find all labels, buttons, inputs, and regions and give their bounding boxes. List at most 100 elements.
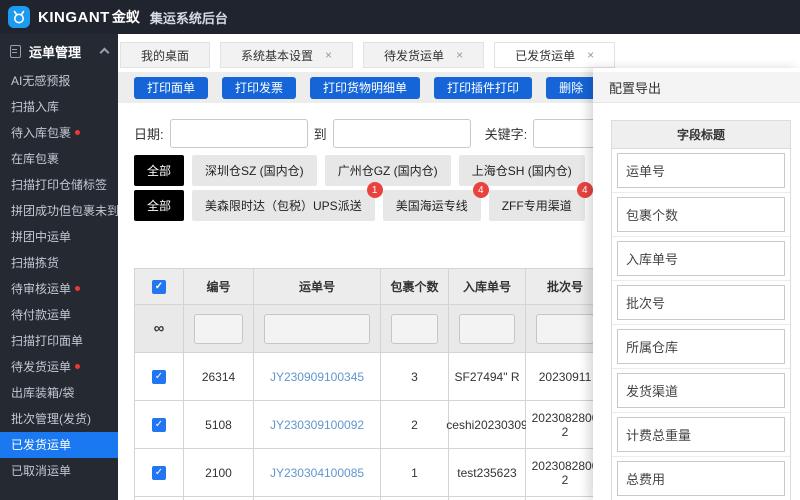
export-field-input[interactable]: 入库单号 [617,241,785,276]
export-field-input[interactable]: 发货渠道 [617,373,785,408]
export-field-input[interactable]: 所属仓库 [617,329,785,364]
channel-tag-zff[interactable]: ZFF专用渠道 4 [488,182,593,221]
export-field-input[interactable]: 包裹个数 [617,197,785,232]
brand-name-cn: 金蚁 [111,9,140,25]
print-goods-detail-button[interactable]: 打印货物明细单 [310,76,421,99]
sidebar-item-scan-print-label[interactable]: 扫描打印面单 [0,328,118,354]
select-all-checkbox[interactable]: ✓ [152,279,166,294]
row-checkbox[interactable]: ✓ [152,369,166,384]
print-label-button[interactable]: 打印面单 [134,76,209,99]
infinity-icon[interactable]: ∞ [154,320,165,337]
app-subtitle: 集运系统后台 [149,10,228,26]
waybill-link[interactable]: JY230909100345 [270,370,364,384]
sidebar-item-scan-picking[interactable]: 扫描拣货 [0,250,118,276]
warehouse-tag-shanghai[interactable]: 上海仓SH (国内仓) [458,155,585,186]
tab-shipped-waybill[interactable]: 已发货运单 × [494,42,616,68]
sidebar-section-waybill-management[interactable]: 运单管理 [0,34,118,68]
waybill-table: ✓ 编号 运单号 包裹个数 入库单号 批次号 ∞ ✓ 26314 JY23090… [134,268,604,500]
export-field-table: 字段标题 运单号 包裹个数 入库单号 批次号 所属仓库 发货渠道 计费总重量 总… [611,120,791,500]
channel-tag-all[interactable]: 全部 [134,190,185,221]
export-field-input[interactable]: 批次号 [617,285,785,320]
cell-id: 5108 [184,401,254,449]
export-field-input[interactable]: 计费总重量 [617,417,785,452]
notification-dot [75,286,81,291]
close-icon[interactable]: × [325,48,332,62]
kingant-logo-icon [8,6,30,28]
sidebar-item-grouping-waybill[interactable]: 拼团中运单 [0,224,118,250]
drawer-title: 配置导出 [593,72,800,103]
column-header-id: 编号 [184,269,254,305]
batch-filter-input[interactable] [536,313,594,344]
sidebar-item-pending-payment[interactable]: 待付款运单 [0,302,118,328]
channel-tag-us-sea[interactable]: 美国海运专线 4 [382,182,489,221]
export-field-input[interactable]: 总费用 [617,461,785,496]
date-end-input[interactable] [332,118,471,148]
table-row: ✓ 5108 JY230309100092 2 ceshi20230309 20… [135,401,604,449]
print-invoice-button[interactable]: 打印发票 [222,76,297,99]
cell-id: 26314 [184,353,254,401]
tab-my-desktop[interactable]: 我的桌面 [120,42,211,68]
to-label: 到 [313,126,327,142]
close-icon[interactable]: × [587,48,594,62]
row-checkbox[interactable]: ✓ [152,417,166,432]
waybill-link[interactable]: JY230304100085 [270,466,364,480]
field-title-header: 字段标题 [612,121,790,149]
inbound-filter-input[interactable] [459,313,515,344]
waybill-link[interactable]: JY230309100092 [270,418,364,432]
count-filter-input[interactable] [391,313,438,344]
sidebar-item-pending-inbound[interactable]: 待入库包裹 [0,120,118,146]
brand-name: KINGANT [38,8,110,26]
id-filter-input[interactable] [194,313,243,344]
sidebar-item-group-incomplete[interactable]: 拼团成功但包裹未到齐 [0,198,118,224]
sidebar-item-shipped-waybill[interactable]: 已发货运单 [0,432,118,458]
chevron-up-icon [99,47,110,58]
waybill-filter-input[interactable] [264,313,370,344]
column-header-waybill: 运单号 [254,269,381,305]
close-icon[interactable]: × [456,48,463,62]
sidebar-item-in-warehouse[interactable]: 在库包裹 [0,146,118,172]
count-badge: 1 [366,182,383,198]
warehouse-tag-shenzhen[interactable]: 深圳仓SZ (国内仓) [192,155,317,186]
cell-id: 2100 [184,449,254,497]
table-row: ✓ 26314 JY230909100345 3 SF27494" R 2023… [135,353,604,401]
tab-system-settings[interactable]: 系统基本设置 × [220,42,354,68]
column-header-inbound: 入库单号 [449,269,526,305]
table-row: ✓ 2100 JY230304100085 1 test235623 20230… [135,449,604,497]
date-start-input[interactable] [169,118,308,148]
channel-tag-matson-ups[interactable]: 美森限时达（包税）UPS派送 1 [192,182,383,221]
export-field-input[interactable]: 运单号 [617,153,785,188]
sidebar-item-pending-shipment[interactable]: 待发货运单 [0,354,118,380]
keyword-label: 关键字: [484,126,528,142]
count-badge: 4 [576,182,593,198]
document-icon [10,44,21,58]
cell-inbound: SF27494" R [449,353,526,401]
warehouse-tag-all[interactable]: 全部 [134,155,185,186]
sidebar-item-scan-print-storage-label[interactable]: 扫描打印仓储标签 [0,172,118,198]
table-header-row: ✓ 编号 运单号 包裹个数 入库单号 批次号 [135,269,604,305]
sidebar-item-batch-management[interactable]: 批次管理(发货) [0,406,118,432]
sidebar: 运单管理 AI无感预报 扫描入库 待入库包裹 在库包裹 扫描打印仓储标签 拼团成… [0,34,118,500]
column-header-count: 包裹个数 [381,269,449,305]
cell-count: 3 [381,353,449,401]
table-filter-row: ∞ [135,305,604,353]
cell-inbound: ceshi20230309 [446,401,528,449]
sidebar-item-pending-review[interactable]: 待审核运单 [0,276,118,302]
cell-count: 1 [381,449,449,497]
warehouse-tag-guangzhou[interactable]: 广州仓GZ (国内仓) [324,155,451,186]
config-export-drawer: 配置导出 字段标题 运单号 包裹个数 入库单号 批次号 所属仓库 发货渠道 计费… [593,68,800,500]
tab-pending-shipment[interactable]: 待发货运单 × [363,42,485,68]
notification-dot [75,130,81,135]
count-badge: 4 [472,182,489,198]
sidebar-item-ai-forecast[interactable]: AI无感预报 [0,68,118,94]
sidebar-item-cancelled-waybill[interactable]: 已取消运单 [0,458,118,484]
cell-count: 2 [381,401,449,449]
top-bar: KINGANT 金蚁 集运系统后台 [0,0,800,34]
notification-dot [75,364,81,369]
cell-inbound: test235623 [449,449,526,497]
sidebar-item-scan-inbound[interactable]: 扫描入库 [0,94,118,120]
row-checkbox[interactable]: ✓ [152,465,166,480]
date-label: 日期: [134,126,164,142]
tab-bar: 我的桌面 系统基本设置 × 待发货运单 × 已发货运单 × [120,42,616,68]
sidebar-item-outbound-packing[interactable]: 出库装箱/袋 [0,380,118,406]
print-plugin-button[interactable]: 打印插件打印 [434,76,533,99]
